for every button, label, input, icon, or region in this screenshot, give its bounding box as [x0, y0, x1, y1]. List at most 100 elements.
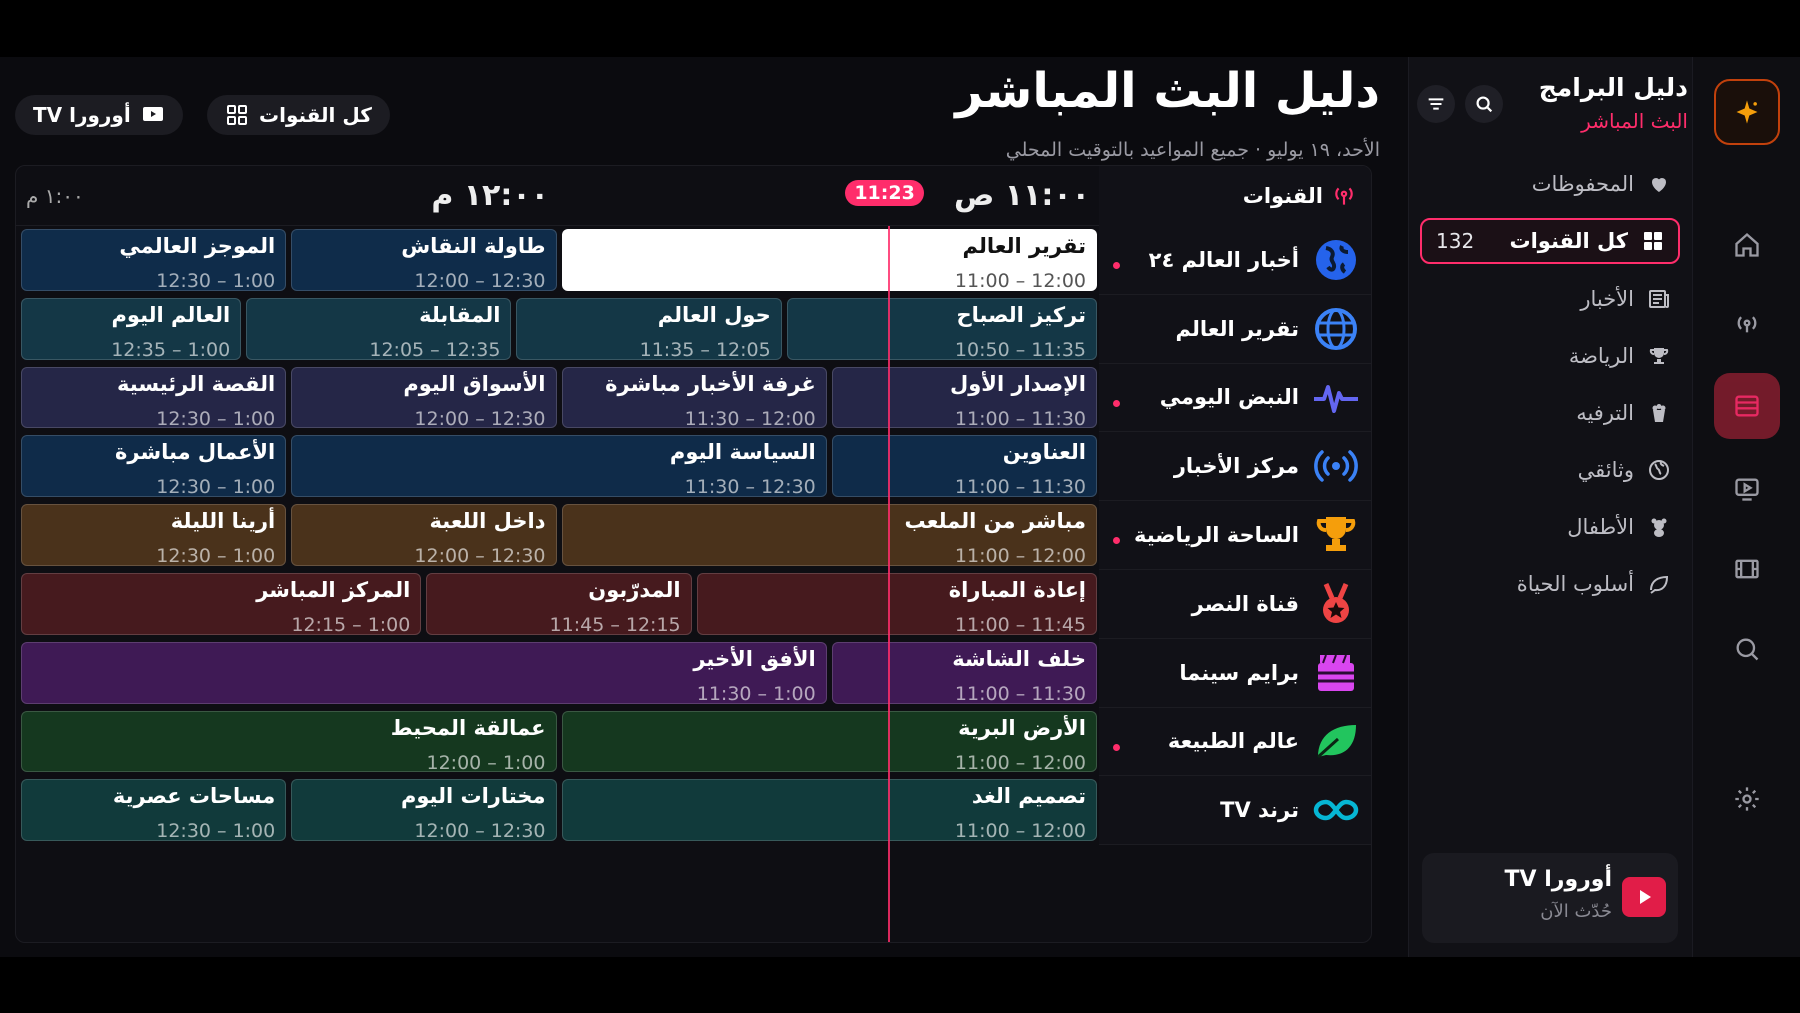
- program-cell[interactable]: داخل اللعبة 12:00 – 12:30: [291, 504, 557, 566]
- program-cell[interactable]: مختارات اليوم 12:00 – 12:30: [291, 779, 557, 842]
- program-cell[interactable]: المقابلة 12:05 – 12:35: [246, 297, 512, 360]
- program-cell[interactable]: خلف الشاشة 11:00 – 11:30: [831, 641, 1097, 704]
- now-playing-title: أورورا TV: [1504, 867, 1612, 892]
- now-playing-subtitle: حُدّث الآن: [1540, 901, 1612, 922]
- program-cell[interactable]: مساحات عصرية 12:30 – 1:00: [21, 779, 287, 842]
- sidebar-search-button[interactable]: [1465, 85, 1503, 123]
- program-title: تصميم الغد: [971, 784, 1086, 809]
- channel-row: ترند TV تصميم الغد 11:00 – 12:00 مختارات ال…: [16, 776, 1371, 855]
- sidebar-item-7[interactable]: أسلوب الحياة: [1408, 555, 1692, 612]
- program-time: 12:00 – 1:00: [426, 751, 546, 773]
- program-cell[interactable]: غرفة الأخبار مباشرة 11:30 – 12:00: [561, 366, 827, 429]
- program-cell[interactable]: المركز المباشر 12:15 – 1:00: [21, 573, 422, 635]
- program-cell[interactable]: الموجز العالمي 12:30 – 1:00: [21, 229, 287, 291]
- program-cell[interactable]: العالم اليوم 12:35 – 1:00: [21, 297, 242, 360]
- program-cell[interactable]: تصميم الغد 11:00 – 12:00: [561, 779, 1097, 842]
- channel-cell[interactable]: ترند TV: [1099, 776, 1371, 846]
- leaf-icon: [1311, 716, 1361, 766]
- nav-rail: [1692, 57, 1800, 957]
- channel-cell[interactable]: مركز الأخبار: [1099, 432, 1371, 502]
- program-title: العالم اليوم: [111, 302, 231, 327]
- guide-button[interactable]: [1713, 373, 1780, 439]
- channel-cell[interactable]: تقرير العالم: [1099, 294, 1371, 364]
- channel-cell[interactable]: برايم سينما: [1099, 638, 1371, 708]
- grid-icon: [1640, 228, 1666, 254]
- program-cell[interactable]: تقرير العالم 11:00 – 12:00: [561, 229, 1097, 291]
- program-time: 12:30 – 1:00: [156, 545, 276, 566]
- channel-cell[interactable]: أخبار العالم ٢٤: [1099, 226, 1371, 295]
- channel-cell[interactable]: قناة النصر: [1099, 570, 1371, 639]
- channel-cell[interactable]: النبض اليومي: [1099, 363, 1371, 433]
- program-time: 11:00 – 12:00: [954, 545, 1086, 566]
- program-title: داخل اللعبة: [429, 509, 546, 534]
- gear-icon: [1734, 787, 1759, 811]
- home-button[interactable]: [1719, 217, 1775, 273]
- program-title: السياسة اليوم: [669, 440, 816, 465]
- program-cell[interactable]: العناوين 11:00 – 11:30: [831, 435, 1097, 498]
- player-button[interactable]: [1719, 461, 1775, 517]
- program-time: 12:00 – 12:30: [414, 545, 546, 566]
- sidebar-actions: [1417, 85, 1503, 123]
- program-cell[interactable]: الإصدار الأول 11:00 – 11:30: [831, 366, 1097, 429]
- program-cell[interactable]: السياسة اليوم 11:30 – 12:30: [291, 435, 827, 498]
- app-window: دليل البرامج البث المباشر المحفوظات 132 كل…: [0, 57, 1800, 957]
- program-cell[interactable]: حول العالم 11:35 – 12:05: [516, 297, 782, 360]
- sidebar-item-label: الأطفال: [1567, 514, 1634, 539]
- live-indicator: [1113, 537, 1120, 545]
- chip-label: أورورا TV: [33, 103, 131, 127]
- channel-cell[interactable]: الساحة الرياضية: [1099, 501, 1371, 570]
- sidebar-filter-button[interactable]: [1417, 85, 1455, 123]
- program-title: إعادة المباراة: [948, 578, 1086, 602]
- broadcast-icon: [1335, 187, 1353, 205]
- broadcast-icon: [1737, 316, 1756, 333]
- search-button[interactable]: [1719, 621, 1775, 677]
- brand-chip[interactable]: أورورا TV: [15, 95, 183, 135]
- program-cell[interactable]: تركيز الصباح 10:50 – 11:35: [786, 297, 1097, 360]
- program-cell[interactable]: الأرض البرية 11:00 – 12:00: [561, 710, 1097, 773]
- program-cell[interactable]: عمالقة المحيط 12:00 – 1:00: [21, 710, 557, 773]
- play-icon: [1640, 890, 1651, 904]
- program-time: 11:30 – 12:30: [684, 476, 816, 498]
- program-title: أرينا الليلة: [170, 509, 276, 534]
- now-playing-card[interactable]: أورورا TV حُدّث الآن: [1422, 853, 1678, 943]
- program-cell[interactable]: أرينا الليلة 12:30 – 1:00: [21, 504, 287, 566]
- page-subtitle: الأحد، ١٩ يوليو · جميع المواعيد بالتوقيت…: [1005, 139, 1380, 161]
- sidebar-item-6[interactable]: الأطفال: [1408, 498, 1692, 555]
- channel-name: عالم الطبيعة: [1167, 729, 1299, 754]
- ai-sparkle-button[interactable]: [1713, 79, 1780, 145]
- time-label-1: ١:٠٠ م: [26, 184, 84, 208]
- signal-icon: [1311, 441, 1361, 491]
- settings-button[interactable]: [1719, 771, 1775, 827]
- movies-button[interactable]: [1719, 541, 1775, 597]
- program-time: 10:50 – 11:35: [954, 338, 1086, 360]
- live-button[interactable]: [1719, 295, 1775, 351]
- channel-cell[interactable]: عالم الطبيعة: [1099, 707, 1371, 777]
- program-title: الأعمال مباشرة: [115, 440, 276, 465]
- sidebar-item-0[interactable]: المحفوظات: [1408, 155, 1692, 212]
- popcorn-icon: [1646, 400, 1672, 426]
- program-cell[interactable]: إعادة المباراة 11:00 – 11:45: [696, 573, 1097, 635]
- program-time: 11:45 – 12:15: [549, 614, 681, 635]
- sidebar-item-label: أسلوب الحياة: [1516, 571, 1634, 596]
- sidebar-item-4[interactable]: الترفيه: [1408, 384, 1692, 441]
- program-cell[interactable]: الأسواق اليوم 12:00 – 12:30: [291, 366, 557, 429]
- program-cell[interactable]: المدرّبون 11:45 – 12:15: [426, 573, 692, 635]
- sidebar-item-label: الرياضة: [1568, 343, 1634, 368]
- all-channels-chip[interactable]: كل القنوات: [207, 95, 390, 135]
- program-cell[interactable]: طاولة النقاش 12:00 – 12:30: [291, 229, 557, 291]
- sidebar-item-1[interactable]: 132 كل القنوات: [1420, 218, 1680, 264]
- sidebar-item-2[interactable]: الأخبار: [1408, 270, 1692, 327]
- program-cell[interactable]: القصة الرئيسية 12:30 – 1:00: [21, 366, 287, 429]
- program-cell[interactable]: مباشر من الملعب 11:00 – 12:00: [561, 504, 1097, 566]
- sidebar-item-5[interactable]: وثائقي: [1408, 441, 1692, 498]
- cinema-icon: [1311, 648, 1361, 698]
- channels-label: القنوات: [1242, 184, 1323, 208]
- program-time: 11:00 – 12:00: [954, 820, 1086, 842]
- program-cell[interactable]: الأعمال مباشرة 12:30 – 1:00: [21, 435, 287, 498]
- live-indicator: [1113, 262, 1120, 269]
- time-label-11: ١١:٠٠ ص: [953, 178, 1090, 213]
- page-title: دليل البث المباشر: [955, 63, 1380, 119]
- sidebar-item-3[interactable]: الرياضة: [1408, 327, 1692, 384]
- channel-name: الساحة الرياضية: [1133, 523, 1299, 548]
- program-cell[interactable]: الأفق الأخير 11:30 – 1:00: [21, 641, 827, 704]
